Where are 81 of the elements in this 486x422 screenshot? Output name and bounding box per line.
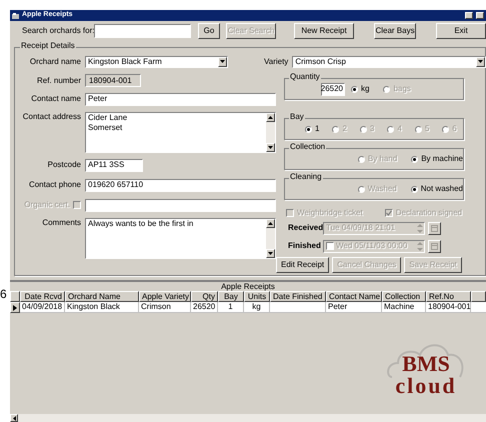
toolbar-button[interactable]: Go (198, 23, 220, 39)
field-label: Variety (264, 56, 288, 66)
scroll-down-icon[interactable] (266, 143, 275, 152)
dropdown[interactable]: Crimson Crisp (292, 56, 486, 68)
group-title: Quantity (289, 73, 321, 81)
column-header[interactable]: Collection (382, 291, 426, 302)
field-label: Orchard name (28, 56, 82, 66)
radio-icon[interactable] (351, 86, 358, 92)
group-title: Bay (289, 113, 305, 121)
table-cell (270, 302, 326, 313)
column-header[interactable] (471, 291, 486, 302)
toolbar-button[interactable]: New Receipt (294, 23, 354, 39)
calendar-icon (431, 242, 438, 250)
table-cell: kg (244, 302, 270, 313)
table-cell: 04/09/2018 (20, 302, 65, 313)
radio-icon[interactable] (411, 156, 418, 162)
table-cell: 26520 (191, 302, 218, 313)
maximize-button[interactable] (476, 12, 484, 19)
spinner-icon[interactable] (416, 240, 424, 252)
calendar-icon (431, 224, 438, 232)
scroll-up-icon[interactable] (266, 219, 275, 228)
field-label: Contact name (30, 94, 82, 104)
toolbar-button[interactable]: Clear Bays (374, 23, 416, 39)
radio-label: 1 (315, 124, 320, 134)
text-area[interactable]: Always wants to be the first in (85, 218, 276, 259)
row-indicator[interactable] (10, 302, 20, 313)
dropdown[interactable]: Kingston Black Farm (85, 56, 228, 68)
field-label: Contact phone (28, 180, 82, 190)
toolbar-button[interactable]: Exit (436, 23, 486, 39)
action-button[interactable]: Edit Receipt (276, 257, 330, 273)
radio-label: By machine (421, 154, 463, 164)
radio-icon[interactable] (410, 186, 418, 192)
input-field[interactable]: AP11 3SS (85, 158, 143, 172)
app-icon (12, 12, 19, 18)
table-cell: Crimson (139, 302, 191, 313)
field-label: Ref. number (36, 76, 82, 86)
logo-text: BMS (402, 353, 450, 375)
input-field[interactable]: Peter (85, 92, 276, 106)
calendar-button[interactable] (428, 222, 441, 234)
grid-caption: Apple Receipts (220, 282, 276, 291)
side-mark: 6 (0, 287, 8, 302)
ref-number-field: 180904-001 (85, 74, 141, 87)
spinner-icon[interactable] (416, 222, 424, 234)
table-cell: Peter (326, 302, 382, 313)
column-header[interactable]: Qty (191, 291, 218, 302)
field-label: Contact address (22, 112, 82, 122)
logo-text: cloud (395, 375, 457, 397)
field-label: Comments (41, 218, 82, 228)
scroll-up-icon[interactable] (266, 113, 275, 122)
column-header[interactable]: Contact Name (326, 291, 382, 302)
column-header[interactable]: Bay (218, 291, 244, 302)
column-header[interactable]: Date Rcvd (20, 291, 65, 302)
date-label: Received (288, 223, 323, 233)
group-title: Receipt Details (20, 42, 76, 50)
radio-icon[interactable] (305, 126, 312, 132)
group-title: Collection (289, 143, 326, 151)
horizontal-scrollbar[interactable] (10, 414, 486, 422)
radio-label: kg (361, 84, 370, 94)
search-label: Search orchards for: (22, 26, 94, 36)
column-header[interactable]: Orchard Name (65, 291, 139, 302)
column-header[interactable]: Date Finished (270, 291, 326, 302)
column-header[interactable]: Units (244, 291, 270, 302)
scroll-down-icon[interactable] (266, 249, 275, 258)
table-cell: 180904-001 (426, 302, 471, 313)
calendar-button[interactable] (428, 240, 441, 252)
quantity-field[interactable]: 26520 (321, 82, 345, 96)
table-cell: Machine (382, 302, 426, 313)
field-label: Postcode (46, 160, 82, 170)
radio-label: Not washed (420, 184, 463, 194)
search-field[interactable] (94, 24, 191, 38)
table-cell: 1 (218, 302, 244, 313)
scroll-left-icon[interactable] (10, 414, 18, 422)
input-field[interactable]: 019620 657110 (85, 178, 276, 192)
minimize-button[interactable] (465, 12, 473, 19)
column-header[interactable]: Ref.No (426, 291, 471, 302)
date-label: Finished (288, 241, 322, 251)
text-area[interactable]: Cider Lane Somerset (85, 112, 276, 153)
input-field[interactable] (85, 198, 276, 212)
group-title: Cleaning (289, 173, 323, 181)
column-header[interactable]: Apple Variety (139, 291, 191, 302)
table-cell: Kingston Black (65, 302, 139, 313)
